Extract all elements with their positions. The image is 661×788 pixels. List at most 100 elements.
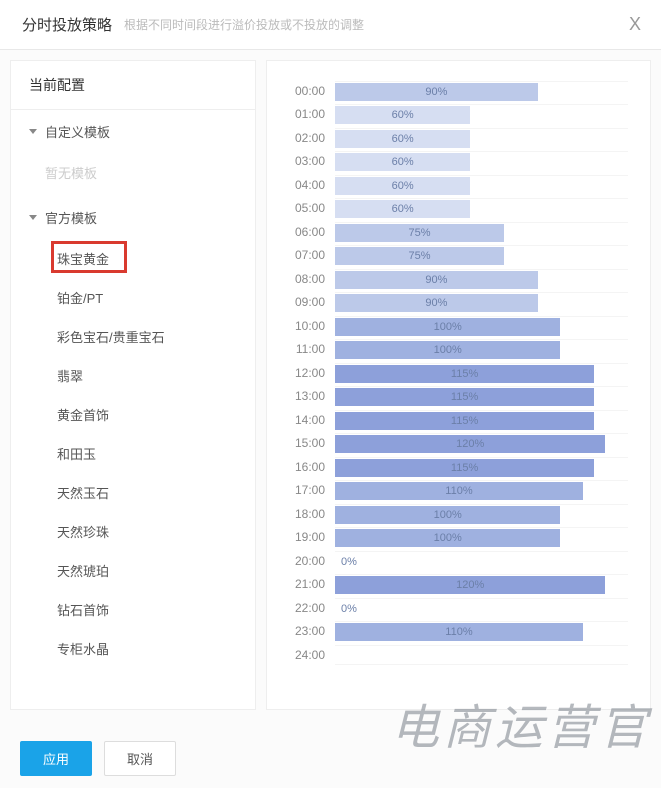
time-label: 07:00: [289, 248, 335, 262]
chart-bar[interactable]: 110%: [335, 623, 583, 641]
template-item[interactable]: 黄金首饰: [11, 395, 255, 434]
template-item[interactable]: 翡翠: [11, 356, 255, 395]
chart-row: 20:000%: [289, 549, 628, 573]
chart-bar[interactable]: 100%: [335, 529, 560, 547]
chart-bar[interactable]: 115%: [335, 365, 594, 383]
close-icon[interactable]: X: [629, 14, 641, 35]
bar-track: 60%: [335, 175, 628, 195]
chart-bar[interactable]: 115%: [335, 412, 594, 430]
chart-bar[interactable]: 90%: [335, 294, 538, 312]
official-template-group[interactable]: 官方模板: [11, 196, 255, 239]
chart-bar[interactable]: 0%: [335, 553, 363, 571]
time-label: 19:00: [289, 530, 335, 544]
official-template-group-label: 官方模板: [45, 208, 97, 227]
chart-bar[interactable]: 100%: [335, 318, 560, 336]
chart-row: 08:0090%: [289, 267, 628, 291]
chart-row: 16:00115%: [289, 455, 628, 479]
time-label: 05:00: [289, 201, 335, 215]
chevron-down-icon: [29, 215, 37, 220]
chart-bar[interactable]: 115%: [335, 388, 594, 406]
bar-track: 60%: [335, 198, 628, 218]
chart-bar[interactable]: 90%: [335, 83, 538, 101]
chart-row: 13:00115%: [289, 385, 628, 409]
bar-track: 60%: [335, 104, 628, 124]
bar-track: 90%: [335, 81, 628, 101]
template-item[interactable]: 和田玉: [11, 434, 255, 473]
bar-track: 100%: [335, 527, 628, 547]
chart-row: 18:00100%: [289, 502, 628, 526]
time-label: 17:00: [289, 483, 335, 497]
chart-bar[interactable]: 100%: [335, 506, 560, 524]
dialog-title: 分时投放策略: [22, 14, 112, 35]
time-label: 22:00: [289, 601, 335, 615]
cancel-button[interactable]: 取消: [104, 741, 176, 776]
time-label: 03:00: [289, 154, 335, 168]
bar-track: [335, 645, 628, 665]
chart-bar[interactable]: 100%: [335, 341, 560, 359]
time-label: 12:00: [289, 366, 335, 380]
bar-track: 115%: [335, 386, 628, 406]
time-label: 14:00: [289, 413, 335, 427]
template-item[interactable]: 彩色宝石/贵重宝石: [11, 317, 255, 356]
custom-template-group[interactable]: 自定义模板: [11, 110, 255, 153]
chart-bar[interactable]: 60%: [335, 130, 470, 148]
dialog-header: 分时投放策略 根据不同时间段进行溢价投放或不投放的调整 X: [0, 0, 661, 50]
chart-bar[interactable]: 115%: [335, 459, 594, 477]
dialog-body: 当前配置 自定义模板 暂无模板 官方模板 珠宝黄金铂金/PT彩色宝石/贵重宝石翡…: [0, 50, 661, 710]
chart-bar[interactable]: 75%: [335, 247, 504, 265]
chart-row: 03:0060%: [289, 150, 628, 174]
bar-track: 90%: [335, 269, 628, 289]
chart-bar[interactable]: 60%: [335, 106, 470, 124]
bar-track: 75%: [335, 245, 628, 265]
template-item[interactable]: 珠宝黄金: [11, 239, 255, 278]
hourly-chart-panel: 00:0090%01:0060%02:0060%03:0060%04:0060%…: [266, 60, 651, 710]
time-label: 01:00: [289, 107, 335, 121]
chart-row: 06:0075%: [289, 220, 628, 244]
bar-track: 110%: [335, 621, 628, 641]
template-item[interactable]: 钻石首饰: [11, 590, 255, 629]
chart-bar[interactable]: 75%: [335, 224, 504, 242]
chart-row: 05:0060%: [289, 197, 628, 221]
chart-bar[interactable]: 120%: [335, 576, 605, 594]
custom-template-group-label: 自定义模板: [45, 122, 110, 141]
chart-row: 00:0090%: [289, 79, 628, 103]
chart-bar[interactable]: 60%: [335, 177, 470, 195]
time-label: 24:00: [289, 648, 335, 662]
bar-track: 100%: [335, 504, 628, 524]
bar-track: 120%: [335, 574, 628, 594]
current-config-item[interactable]: 当前配置: [11, 61, 255, 110]
chart-bar[interactable]: 0%: [335, 600, 363, 618]
time-label: 13:00: [289, 389, 335, 403]
chart-bar[interactable]: 60%: [335, 153, 470, 171]
template-item[interactable]: 专柜水晶: [11, 629, 255, 668]
chart-bar[interactable]: 120%: [335, 435, 605, 453]
official-template-list: 珠宝黄金铂金/PT彩色宝石/贵重宝石翡翠黄金首饰和田玉天然玉石天然珍珠天然琥珀钻…: [11, 239, 255, 668]
time-label: 02:00: [289, 131, 335, 145]
chart-bar[interactable]: 60%: [335, 200, 470, 218]
chart-row: 09:0090%: [289, 291, 628, 315]
bar-track: 100%: [335, 316, 628, 336]
chart-row: 24:00: [289, 643, 628, 667]
chart-row: 02:0060%: [289, 126, 628, 150]
time-label: 16:00: [289, 460, 335, 474]
bar-track: 60%: [335, 151, 628, 171]
chart-row: 23:00110%: [289, 620, 628, 644]
apply-button[interactable]: 应用: [20, 741, 92, 776]
bar-track: 115%: [335, 410, 628, 430]
template-item[interactable]: 天然玉石: [11, 473, 255, 512]
template-item[interactable]: 铂金/PT: [11, 278, 255, 317]
chart-row: 11:00100%: [289, 338, 628, 362]
time-label: 00:00: [289, 84, 335, 98]
template-item[interactable]: 天然珍珠: [11, 512, 255, 551]
time-label: 23:00: [289, 624, 335, 638]
chart-bar[interactable]: 110%: [335, 482, 583, 500]
bar-track: 75%: [335, 222, 628, 242]
dialog-subtitle: 根据不同时间段进行溢价投放或不投放的调整: [124, 16, 629, 33]
template-item[interactable]: 天然琥珀: [11, 551, 255, 590]
time-label: 15:00: [289, 436, 335, 450]
chart-row: 21:00120%: [289, 573, 628, 597]
chart-row: 14:00115%: [289, 408, 628, 432]
chart-bar[interactable]: 90%: [335, 271, 538, 289]
bar-track: 110%: [335, 480, 628, 500]
chart-row: 07:0075%: [289, 244, 628, 268]
